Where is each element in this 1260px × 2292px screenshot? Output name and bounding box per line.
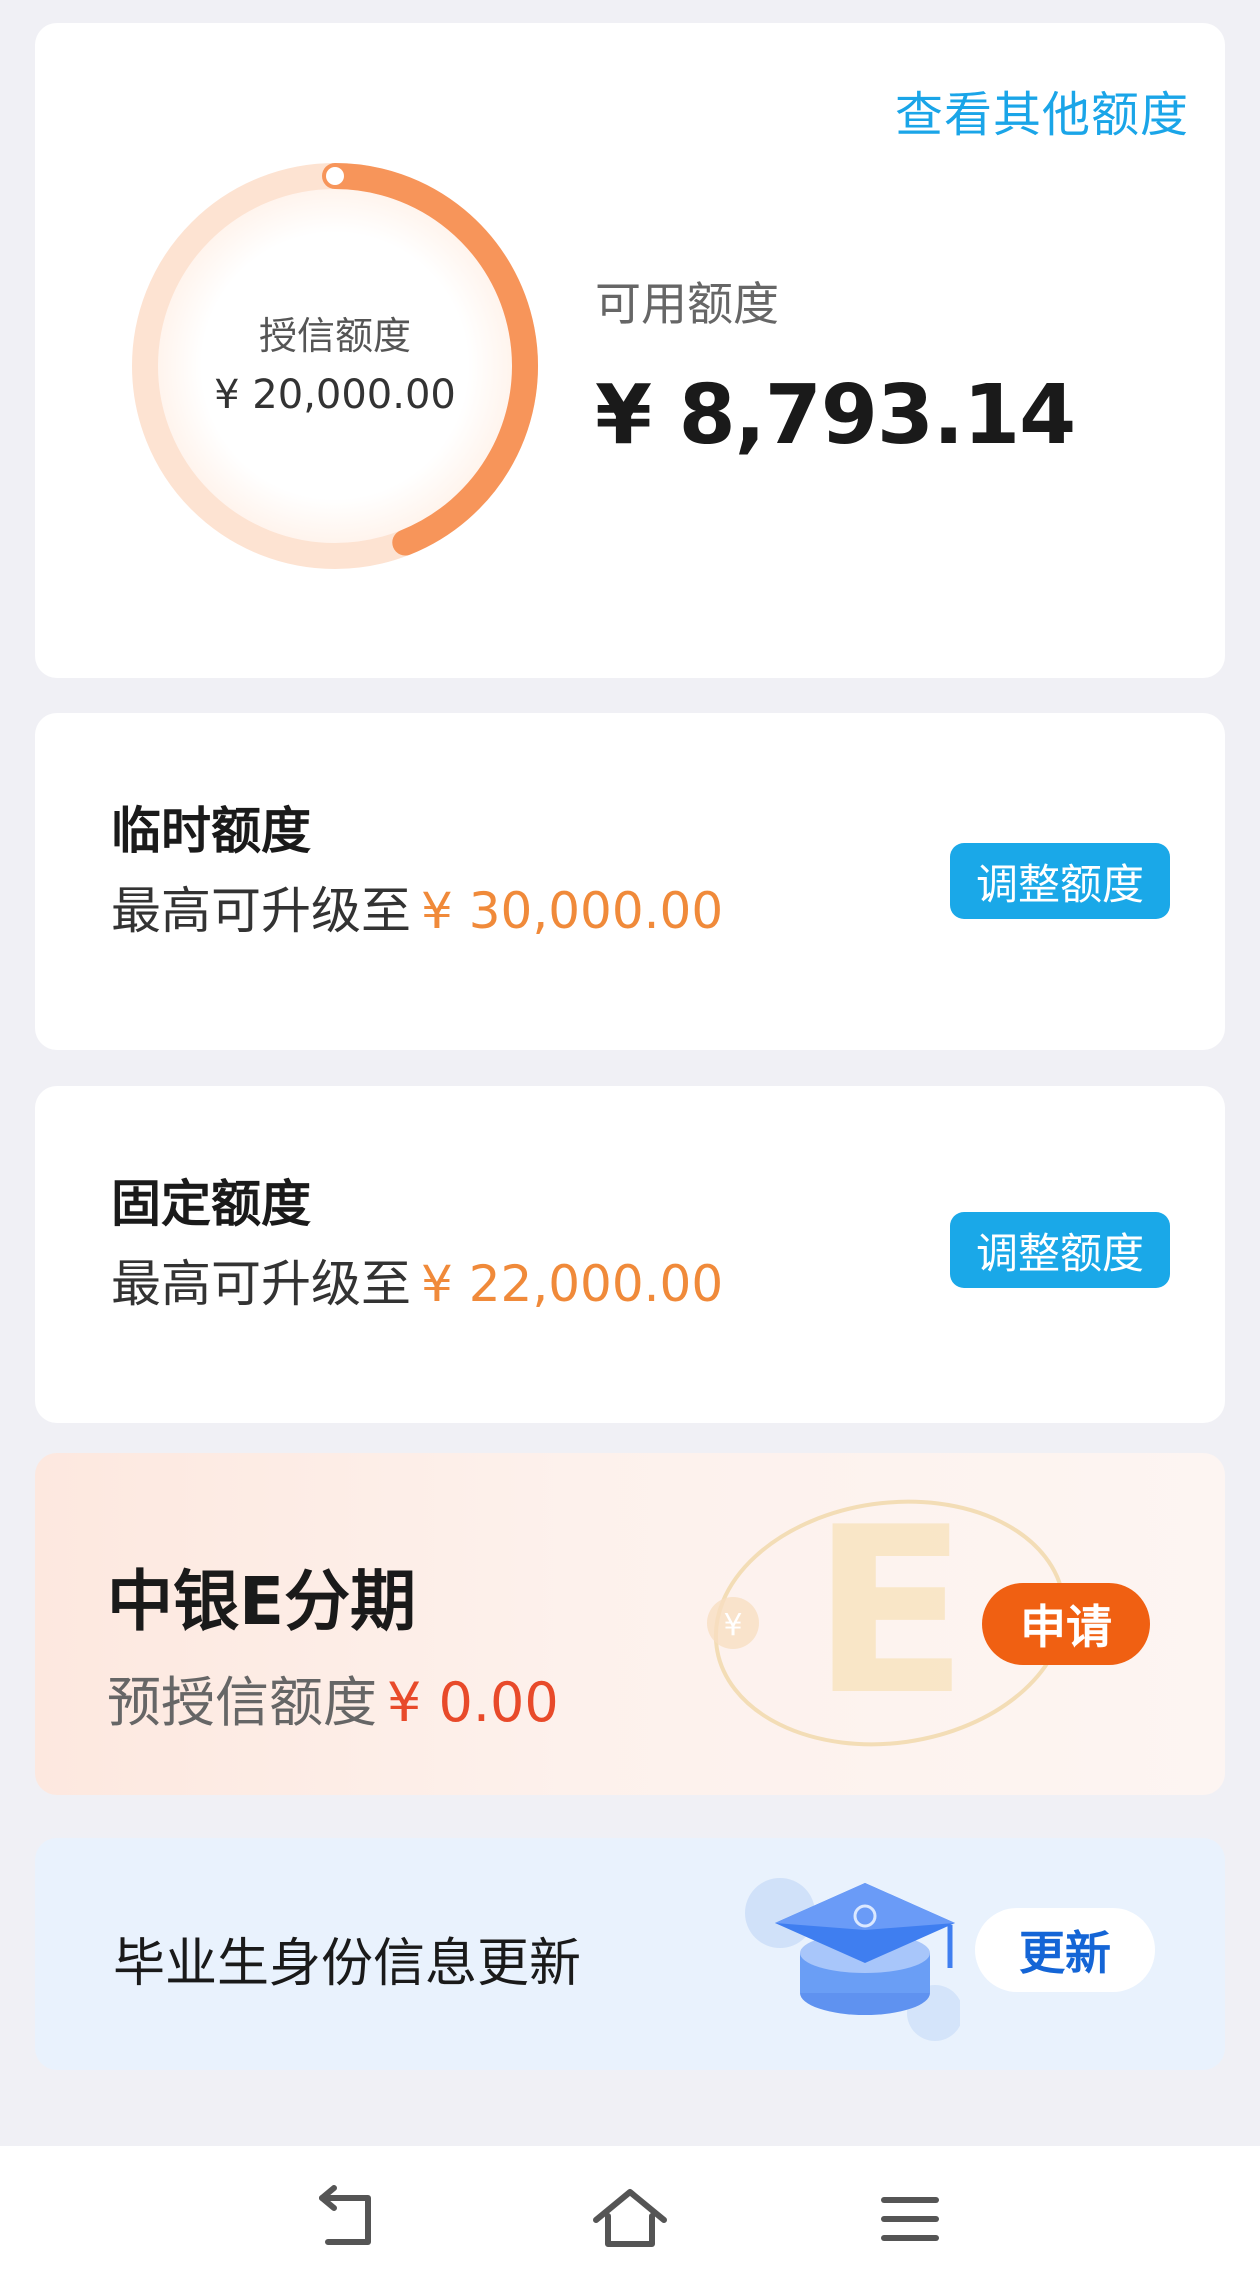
temporary-limit-max-amount: ¥ 30,000.00	[421, 882, 724, 940]
ring-center: 授信额度 ¥ 20,000.00	[110, 141, 560, 591]
adjust-fixed-limit-button[interactable]: 调整额度	[950, 1212, 1170, 1288]
credit-limit-label: 授信额度	[258, 313, 411, 358]
e-installment-title: 中银E分期	[107, 1563, 417, 1640]
home-icon[interactable]	[590, 2184, 670, 2254]
e-installment-card[interactable]: E ¥ 中银E分期 预授信额度 ¥ 0.00 申请	[35, 1453, 1225, 1795]
credit-summary-card: 查看其他额度 授信额度 ¥ 20,000.00 可用额度 ¥ 8,793.14	[35, 23, 1225, 678]
view-other-limits-link[interactable]: 查看其他额度	[895, 75, 1189, 145]
pre-credit-label: 预授信额度	[107, 1671, 377, 1734]
graduate-info-update-card[interactable]: 毕业生身份信息更新 更新	[35, 1838, 1225, 2070]
available-limit-label: 可用额度	[595, 277, 779, 331]
temporary-limit-title: 临时额度	[111, 802, 311, 860]
fixed-limit-upgrade-text: 最高可升级至 ¥ 22,000.00	[111, 1244, 723, 1316]
graduation-cap-icon	[745, 1878, 960, 2041]
temporary-limit-card: 临时额度 最高可升级至 ¥ 30,000.00 调整额度	[35, 713, 1225, 1050]
update-button[interactable]: 更新	[975, 1908, 1155, 1992]
pre-credit-text: 预授信额度 ¥ 0.00	[107, 1658, 559, 1737]
fixed-limit-title: 固定额度	[111, 1175, 311, 1233]
available-limit-value: ¥ 8,793.14	[595, 368, 1076, 463]
upgrade-label: 最高可升级至	[111, 1255, 411, 1313]
back-icon[interactable]	[310, 2184, 390, 2254]
svg-text:E: E	[811, 1479, 968, 1746]
svg-text:¥: ¥	[723, 1608, 742, 1643]
fixed-limit-card: 固定额度 最高可升级至 ¥ 22,000.00 调整额度	[35, 1086, 1225, 1423]
pre-credit-amount: ¥ 0.00	[387, 1671, 559, 1734]
adjust-temporary-limit-button[interactable]: 调整额度	[950, 843, 1170, 919]
credit-usage-ring: 授信额度 ¥ 20,000.00	[110, 141, 560, 591]
temporary-limit-upgrade-text: 最高可升级至 ¥ 30,000.00	[111, 871, 723, 943]
graduate-info-update-title: 毕业生身份信息更新	[113, 1934, 582, 1994]
menu-icon[interactable]	[870, 2184, 950, 2254]
system-navigation-bar	[0, 2146, 1260, 2292]
apply-button[interactable]: 申请	[982, 1583, 1150, 1665]
upgrade-label: 最高可升级至	[111, 882, 411, 940]
credit-limit-value: ¥ 20,000.00	[214, 371, 456, 418]
fixed-limit-max-amount: ¥ 22,000.00	[421, 1255, 724, 1313]
